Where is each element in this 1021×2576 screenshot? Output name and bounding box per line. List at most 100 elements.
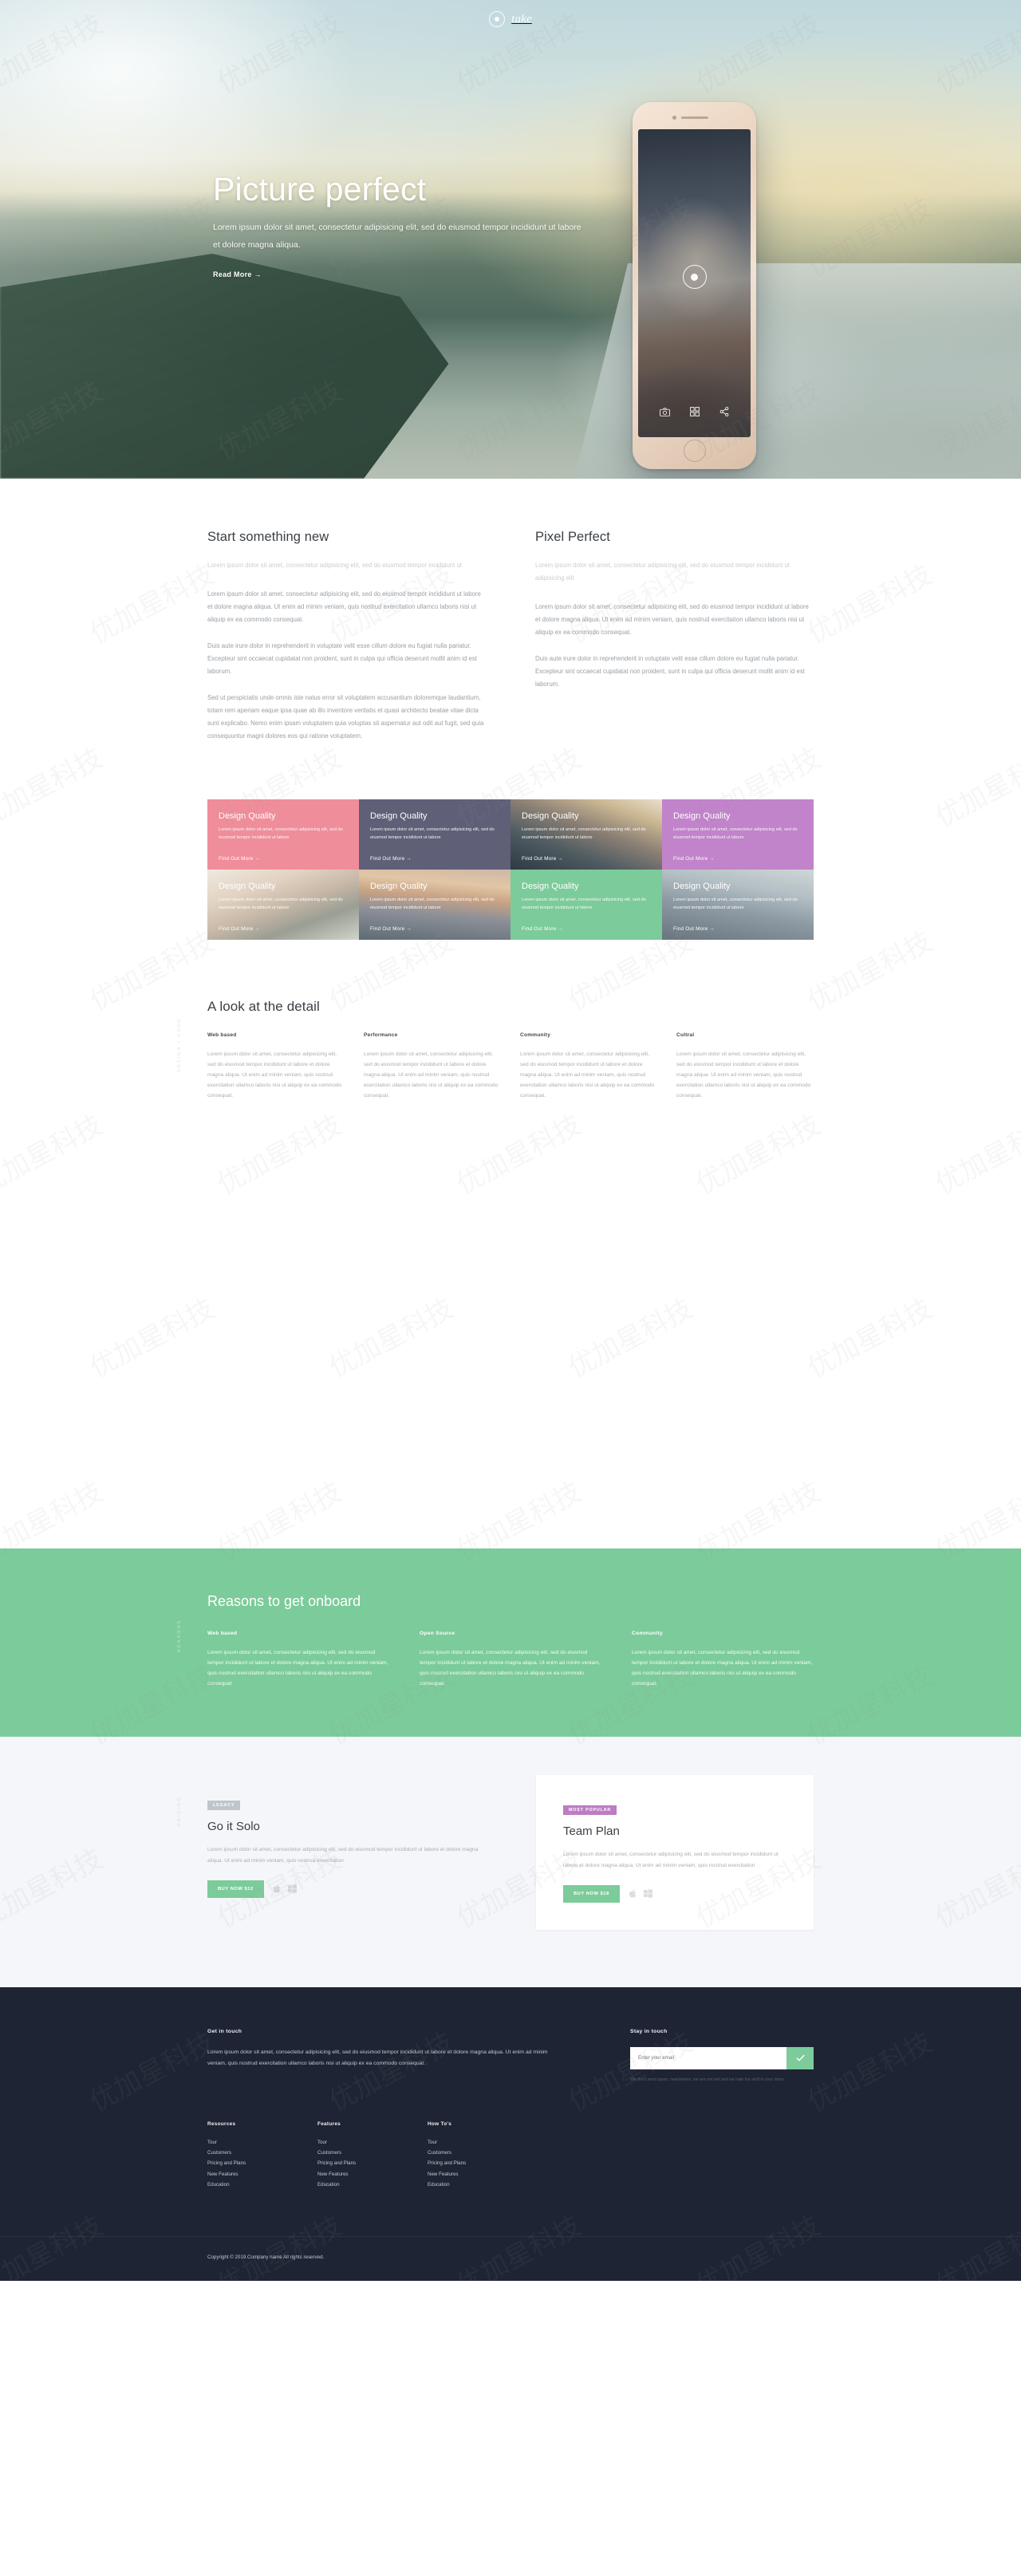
feature-tile-body: Lorem ipsum dolor sit amet, consectetur … bbox=[219, 826, 343, 840]
plan-buy-button[interactable]: BUY NOW $12 bbox=[207, 1880, 264, 1898]
intro-column-right: Pixel Perfect Lorem ipsum dolor sit amet… bbox=[535, 530, 814, 756]
copyright-text: Copyright © 2019.Company name All rights… bbox=[207, 2254, 325, 2261]
footer-link[interactable]: New Features bbox=[428, 2169, 501, 2180]
footer-link[interactable]: Tour bbox=[428, 2137, 501, 2148]
footer-link[interactable]: Tour bbox=[317, 2137, 391, 2148]
detail-columns: Web based Lorem ipsum dolor sit amet, con… bbox=[207, 1032, 814, 1102]
footer-link[interactable]: Pricing and Plans bbox=[207, 2158, 281, 2168]
feature-tile: Design Quality Lorem ipsum dolor sit amet… bbox=[207, 869, 359, 940]
detail-section: DESIGN • CODE A look at the detail Web b… bbox=[0, 939, 1021, 1102]
footer-link[interactable]: Pricing and Plans bbox=[317, 2158, 391, 2168]
intro-right-paragraph-1: Lorem ipsum dolor sit amet, consectetur … bbox=[535, 602, 809, 636]
footer-link[interactable]: Education bbox=[317, 2180, 391, 2190]
get-in-touch-title: Get in touch bbox=[207, 2028, 242, 2034]
feature-tile-body: Lorem ipsum dolor sit amet, consectetur … bbox=[219, 897, 343, 910]
band-column-title: Web based bbox=[207, 1630, 238, 1636]
band-column-body: Lorem ipsum dolor sit amet, consectetur … bbox=[207, 1649, 388, 1687]
intro-column-left: Start something new Lorem ipsum dolor si… bbox=[207, 530, 486, 756]
hero-title: Picture perfect bbox=[213, 171, 427, 207]
hero-section: take Picture perfect Lorem ipsum dolor s… bbox=[0, 0, 1021, 479]
footer-link[interactable]: Customers bbox=[317, 2148, 391, 2158]
footer-link-group-title: Resources bbox=[207, 2120, 236, 2127]
footer-link[interactable]: New Features bbox=[207, 2169, 281, 2180]
phone-speaker bbox=[680, 116, 708, 119]
feature-tile-body: Lorem ipsum dolor sit amet, consectetur … bbox=[673, 897, 798, 910]
detail-column: Web based Lorem ipsum dolor sit amet, con… bbox=[207, 1032, 345, 1102]
footer-link[interactable]: Tour bbox=[207, 2137, 281, 2148]
apple-icon bbox=[273, 1884, 280, 1893]
stay-in-touch-title: Stay in touch bbox=[630, 2028, 668, 2034]
landing-page: take Picture perfect Lorem ipsum dolor s… bbox=[0, 0, 1021, 2282]
feature-tile: Design Quality Lorem ipsum dolor sit amet… bbox=[207, 799, 359, 870]
feature-tile-title: Design Quality bbox=[673, 811, 731, 821]
band-heading: Reasons to get onboard bbox=[207, 1592, 361, 1609]
share-icon[interactable] bbox=[719, 407, 729, 416]
phone-home-button[interactable] bbox=[683, 440, 706, 462]
feature-tile-title: Design Quality bbox=[673, 881, 731, 891]
feature-tile-link[interactable]: Find Out More → bbox=[522, 926, 563, 932]
watermark-text: 优加星科技 bbox=[452, 1110, 586, 1201]
footer-link[interactable]: Customers bbox=[428, 2148, 501, 2158]
feature-tile-link[interactable]: Find Out More → bbox=[370, 926, 412, 932]
band-column: Web based Lorem ipsum dolor sit amet, con… bbox=[207, 1631, 389, 1690]
feature-tile-title: Design Quality bbox=[522, 811, 579, 821]
footer-link[interactable]: Pricing and Plans bbox=[428, 2158, 501, 2168]
watermark-text: 优加星科技 bbox=[85, 1293, 219, 1384]
plan-badge: MOST POPULAR bbox=[563, 1805, 617, 1816]
feature-tile-title: Design Quality bbox=[370, 881, 428, 891]
watermark-text: 优加星科技 bbox=[0, 1110, 108, 1201]
footer-link-group: Resources Tour Customers Pricing and Plans N… bbox=[207, 2121, 281, 2191]
feature-tile-link[interactable]: Find Out More → bbox=[219, 856, 260, 862]
detail-column-title: Community bbox=[520, 1032, 551, 1038]
apple-icon bbox=[629, 1889, 636, 1898]
footer-link-group-title: Features bbox=[317, 2120, 341, 2127]
hero-subtitle: Lorem ipsum dolor sit amet, consectetur … bbox=[213, 223, 581, 250]
detail-column-title: Cultral bbox=[676, 1032, 695, 1038]
plan-title: Go it Solo bbox=[207, 1820, 260, 1834]
feature-tile-body: Lorem ipsum dolor sit amet, consectetur … bbox=[522, 826, 646, 840]
feature-tile-body: Lorem ipsum dolor sit amet, consectetur … bbox=[370, 897, 495, 910]
detail-column-title: Web based bbox=[207, 1032, 237, 1038]
camera-icon[interactable] bbox=[659, 407, 670, 416]
plan-os-icons bbox=[629, 1889, 652, 1898]
feature-tile: Design Quality Lorem ipsum dolor sit amet… bbox=[359, 869, 510, 940]
pricing-section: PRICING LEGACY Go it Solo Lorem ipsum dolo… bbox=[0, 1737, 1021, 1987]
newsletter-email-input[interactable] bbox=[630, 2046, 786, 2069]
feature-tile-link[interactable]: Find Out More → bbox=[673, 856, 715, 862]
intro-right-heading: Pixel Perfect bbox=[535, 530, 610, 544]
windows-icon bbox=[643, 1889, 652, 1898]
feature-tile-body: Lorem ipsum dolor sit amet, consectetur … bbox=[522, 897, 646, 910]
footer-link-group-title: How To's bbox=[428, 2120, 452, 2127]
feature-tile-link[interactable]: Find Out More → bbox=[370, 856, 412, 862]
watermark-text: 优加星科技 bbox=[692, 1110, 826, 1201]
detail-column-body: Lorem ipsum dolor sit amet, consectetur … bbox=[676, 1051, 811, 1099]
footer-link[interactable]: Education bbox=[428, 2180, 501, 2190]
detail-column: Community Lorem ipsum dolor sit amet, con… bbox=[520, 1032, 657, 1102]
plan-buy-button[interactable]: BUY NOW $18 bbox=[563, 1884, 620, 1903]
camera-shutter-icon[interactable] bbox=[682, 265, 707, 290]
band-column: Community Lorem ipsum dolor sit amet, con… bbox=[632, 1631, 814, 1690]
feature-tile-title: Design Quality bbox=[219, 881, 276, 891]
footer-link-columns: Resources Tour Customers Pricing and Plans N… bbox=[207, 2121, 814, 2237]
plan-description: Lorem ipsum dolor sit amet, consectetur … bbox=[207, 1847, 479, 1864]
hero-read-more-link[interactable]: Read More → bbox=[213, 270, 262, 278]
intro-right-lede: Lorem ipsum dolor sit amet, consectetur … bbox=[535, 562, 790, 582]
feature-tile: Design Quality Lorem ipsum dolor sit amet… bbox=[662, 799, 814, 870]
camera-aperture-icon bbox=[489, 11, 506, 27]
footer-link[interactable]: New Features bbox=[317, 2169, 391, 2180]
intro-right-paragraph-2: Duis aute irure dolor in reprehenderit i… bbox=[535, 654, 805, 688]
detail-column-title: Performance bbox=[364, 1032, 398, 1038]
band-column-body: Lorem ipsum dolor sit amet, consectetur … bbox=[420, 1649, 601, 1687]
newsletter-submit-button[interactable] bbox=[786, 2046, 814, 2069]
detail-column-body: Lorem ipsum dolor sit amet, consectetur … bbox=[520, 1051, 655, 1099]
stay-in-touch-block: Stay in touch We don't send spam, newsle… bbox=[630, 2029, 814, 2085]
footer-link[interactable]: Customers bbox=[207, 2148, 281, 2158]
feature-tile-link[interactable]: Find Out More → bbox=[219, 926, 260, 932]
footer-link[interactable]: Education bbox=[207, 2180, 281, 2190]
feature-tile-link[interactable]: Find Out More → bbox=[673, 926, 715, 932]
band-column-title: Open Source bbox=[420, 1630, 455, 1636]
brand-logo[interactable]: take bbox=[489, 11, 532, 27]
feature-tile-link[interactable]: Find Out More → bbox=[522, 856, 563, 862]
grid-icon[interactable] bbox=[690, 407, 700, 416]
detail-column: Cultral Lorem ipsum dolor sit amet, conse… bbox=[676, 1032, 814, 1102]
